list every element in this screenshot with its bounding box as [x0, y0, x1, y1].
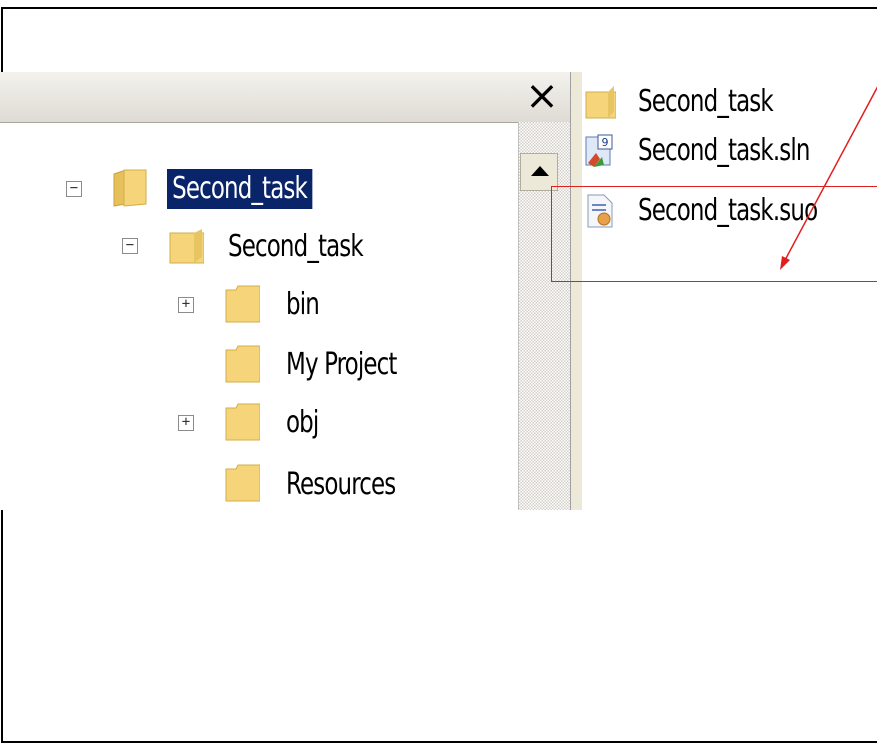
folder-icon [225, 345, 260, 383]
solution-file-icon: 9 [585, 134, 613, 167]
tree-node-label: obj [286, 405, 319, 440]
expand-toggle[interactable]: + [178, 415, 194, 431]
folder-open-icon [169, 229, 204, 264]
annotation-highlight-box [551, 186, 877, 282]
expand-toggle[interactable]: + [178, 297, 194, 313]
folder-icon [225, 403, 260, 441]
collapse-toggle[interactable]: − [122, 238, 138, 254]
file-name: Second_task.sln [638, 133, 810, 168]
tree-node-label: Second_task [167, 169, 313, 209]
tree-node-label: My Project [286, 347, 397, 382]
collapse-toggle[interactable]: − [66, 181, 82, 197]
file-list-pane: Second_task 9 Second_task.sln Second_tas… [582, 72, 877, 510]
tree-node-label: Resources [286, 467, 396, 502]
close-icon[interactable]: × [522, 76, 562, 116]
folder-icon [225, 285, 260, 323]
explorer-screenshot: × − Second_task − Second_task + bin My P… [0, 72, 877, 510]
file-name: Second_task [638, 84, 774, 119]
pane-header: × [0, 72, 570, 123]
folder-icon [585, 86, 616, 119]
svg-text:9: 9 [602, 136, 609, 149]
folder-tree-pane: × − Second_task − Second_task + bin My P… [0, 72, 571, 510]
tree-node-label: bin [286, 287, 320, 322]
tree-node-label: Second_task [228, 229, 364, 264]
folder-open-icon [113, 169, 147, 207]
folder-icon [225, 464, 260, 502]
